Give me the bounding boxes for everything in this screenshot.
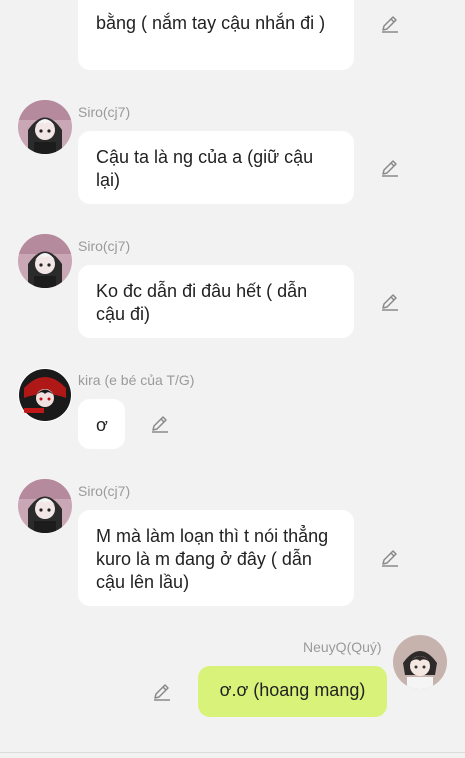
- avatar[interactable]: [393, 635, 447, 689]
- sender-name: Siro(cj7): [78, 238, 131, 254]
- avatar[interactable]: [18, 100, 72, 154]
- message-text: ơ: [96, 415, 108, 435]
- avatar[interactable]: [18, 368, 72, 422]
- message-text: Ko đc dẫn đi đâu hết ( dẫn cậu đi): [96, 281, 313, 324]
- sender-name: kira (e bé của T/G): [78, 372, 195, 388]
- pencil-icon[interactable]: [380, 158, 400, 178]
- message-text: Cậu ta là ng của a (giữ cậu lại): [96, 147, 319, 190]
- message-text: M mà làm loạn thì t nói thẳng kuro là m …: [96, 526, 334, 592]
- avatar[interactable]: [18, 479, 72, 533]
- message-bubble[interactable]: Ko đc dẫn đi đâu hết ( dẫn cậu đi): [78, 265, 354, 338]
- message-bubble[interactable]: M mà làm loạn thì t nói thẳng kuro là m …: [78, 510, 354, 606]
- avatar[interactable]: [18, 234, 72, 288]
- sender-name: NeuyQ(Quý): [303, 639, 382, 655]
- sender-name: Siro(cj7): [78, 104, 131, 120]
- sender-name: Siro(cj7): [78, 483, 131, 499]
- divider: [0, 752, 465, 753]
- message-bubble[interactable]: ơ.ơ (hoang mang): [198, 666, 387, 717]
- message-text: ơ.ơ (hoang mang): [219, 680, 366, 700]
- pencil-icon[interactable]: [380, 292, 400, 312]
- pencil-icon[interactable]: [380, 548, 400, 568]
- pencil-icon[interactable]: [150, 414, 170, 434]
- message-bubble[interactable]: ơ: [78, 399, 125, 449]
- pencil-icon[interactable]: [152, 682, 172, 702]
- message-bubble[interactable]: bằng ( nắm tay cậu nhắn đi ): [78, 0, 354, 70]
- message-text: bằng ( nắm tay cậu nhắn đi ): [96, 13, 326, 33]
- pencil-icon[interactable]: [380, 14, 400, 34]
- message-bubble[interactable]: Cậu ta là ng của a (giữ cậu lại): [78, 131, 354, 204]
